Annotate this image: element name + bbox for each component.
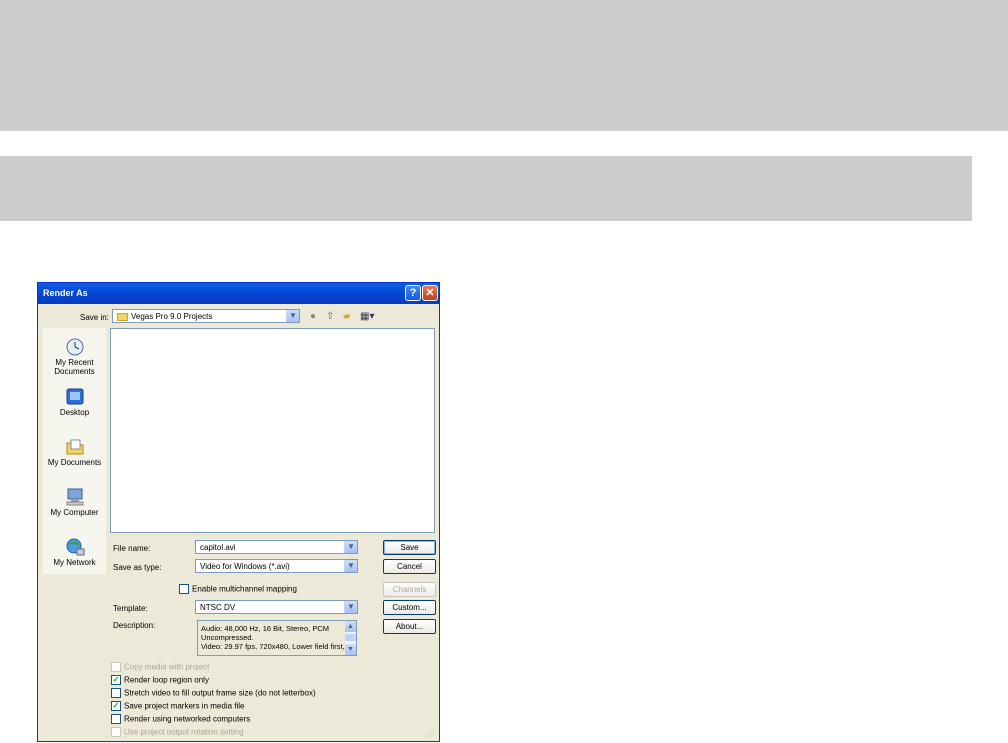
- places-item-recent[interactable]: My Recent Documents: [43, 338, 106, 376]
- channels-button[interactable]: Channels: [383, 582, 436, 597]
- networked-render-checkbox[interactable]: Render using networked computers: [111, 714, 250, 724]
- file-list[interactable]: [110, 328, 435, 533]
- checkbox-box[interactable]: [111, 727, 121, 737]
- places-item-my-documents[interactable]: My Documents: [43, 438, 106, 467]
- places-item-my-computer[interactable]: My Computer: [43, 488, 106, 517]
- up-folder-icon[interactable]: ⇧: [326, 311, 334, 323]
- folder-icon: [117, 312, 128, 321]
- scroll-up-icon[interactable]: ▲: [345, 621, 356, 632]
- about-button[interactable]: About...: [383, 619, 436, 634]
- file-name-input[interactable]: capitol.avi ▼: [195, 540, 358, 554]
- enable-multichannel-checkbox[interactable]: Enable multichannel mapping: [179, 584, 297, 594]
- save-as-type-value: Video for Windows (*.avi): [200, 562, 290, 571]
- cancel-button[interactable]: Cancel: [383, 559, 436, 574]
- file-name-value: capitol.avi: [200, 543, 236, 552]
- resize-grip-icon[interactable]: ⋰: [427, 729, 437, 739]
- save-in-label: Save in:: [80, 313, 109, 322]
- render-as-dialog: Render As ? ✕ Save in: Vegas Pro 9.0 Pro…: [37, 282, 440, 742]
- checkmark-icon[interactable]: ✓: [111, 675, 121, 685]
- checkmark-icon[interactable]: ✓: [111, 701, 121, 711]
- save-in-value: Vegas Pro 9.0 Projects: [131, 312, 213, 321]
- output-rotation-checkbox[interactable]: Use project output rotation setting: [111, 727, 244, 737]
- stretch-video-checkbox[interactable]: Stretch video to fill output frame size …: [111, 688, 316, 698]
- template-value: NTSC DV: [200, 603, 236, 612]
- template-label: Template:: [113, 604, 148, 613]
- save-button[interactable]: Save: [383, 540, 436, 555]
- description-line: Uncompressed.: [201, 633, 254, 642]
- custom-button[interactable]: Custom...: [383, 600, 436, 615]
- checkbox-box[interactable]: [179, 584, 189, 594]
- my-documents-icon: [65, 438, 85, 456]
- my-computer-icon: [65, 488, 85, 506]
- description-label: Description:: [113, 621, 156, 630]
- back-icon[interactable]: ●: [310, 311, 316, 323]
- my-recent-documents-icon: [65, 338, 85, 356]
- save-as-type-label: Save as type:: [113, 563, 162, 572]
- help-button[interactable]: ?: [405, 285, 421, 301]
- description-box: Audio: 48,000 Hz, 16 Bit, Stereo, PCM Un…: [197, 620, 357, 656]
- description-line: Audio: 48,000 Hz, 16 Bit, Stereo, PCM: [201, 624, 329, 633]
- save-in-dropdown[interactable]: Vegas Pro 9.0 Projects ▼: [112, 309, 300, 323]
- title-bar[interactable]: Render As ? ✕: [38, 283, 439, 304]
- my-network-icon: [65, 538, 85, 556]
- file-name-label: File name:: [113, 544, 151, 553]
- chevron-down-icon[interactable]: ▼: [344, 560, 357, 572]
- scroll-down-icon[interactable]: ▼: [345, 644, 356, 655]
- description-line: Video: 29.97 fps, 720x480, Lower field f…: [201, 642, 345, 651]
- checkbox-box[interactable]: [111, 688, 121, 698]
- chevron-down-icon[interactable]: ▼: [286, 310, 299, 322]
- scroll-thumb[interactable]: [345, 634, 356, 641]
- top-gray-band: [0, 0, 1008, 131]
- template-dropdown[interactable]: NTSC DV ▼: [195, 600, 358, 614]
- checkbox-box[interactable]: [111, 714, 121, 724]
- places-item-my-network[interactable]: My Network: [43, 538, 106, 567]
- save-as-type-dropdown[interactable]: Video for Windows (*.avi) ▼: [195, 559, 358, 573]
- close-button[interactable]: ✕: [422, 285, 438, 301]
- copy-media-checkbox[interactable]: Copy media with project: [111, 662, 209, 672]
- places-bar: My Recent Documents Desktop My Documents…: [43, 328, 106, 574]
- view-menu-icon[interactable]: ▦▾: [360, 311, 374, 323]
- desktop-icon: [65, 388, 85, 406]
- chevron-down-icon[interactable]: ▼: [344, 541, 357, 553]
- new-folder-icon[interactable]: ▰: [343, 311, 351, 323]
- checkbox-box[interactable]: [111, 662, 121, 672]
- chevron-down-icon[interactable]: ▼: [344, 601, 357, 613]
- description-scrollbar[interactable]: ▲ ▼: [345, 621, 356, 655]
- save-markers-checkbox[interactable]: ✓ Save project markers in media file: [111, 701, 245, 711]
- second-gray-band: [0, 156, 972, 221]
- places-item-desktop[interactable]: Desktop: [43, 388, 106, 417]
- dialog-title: Render As: [43, 288, 88, 298]
- render-loop-region-checkbox[interactable]: ✓ Render loop region only: [111, 675, 209, 685]
